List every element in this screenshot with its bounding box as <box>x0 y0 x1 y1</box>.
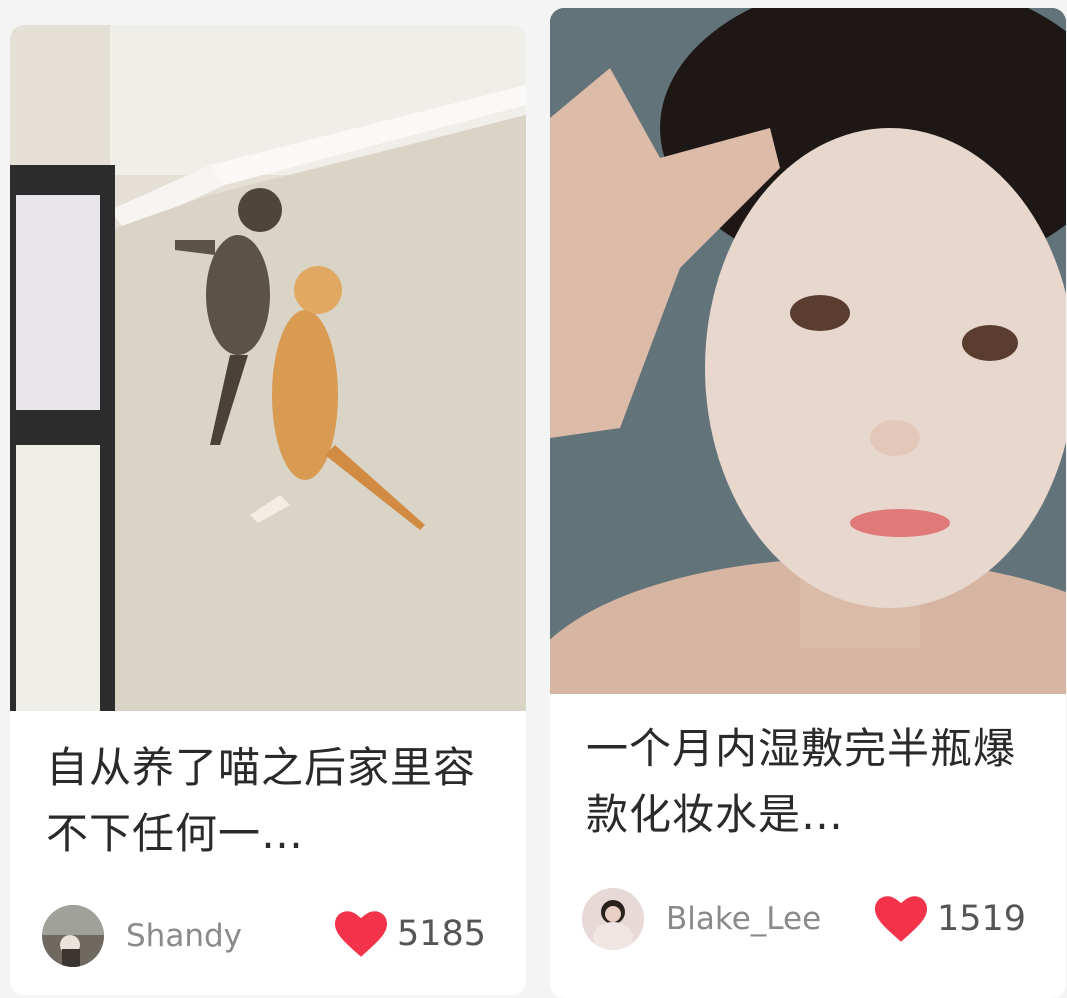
feed-card[interactable]: 自从养了喵之后家里容不下任何一… Shandy 5185 <box>10 25 526 995</box>
author-name: Blake_Lee <box>666 901 822 937</box>
post-title[interactable]: 自从养了喵之后家里容不下任何一… <box>46 735 486 867</box>
face-mask-selfie-photo[interactable] <box>550 8 1066 694</box>
author-name: Shandy <box>126 918 242 954</box>
feed-card[interactable]: 一个月内湿敷完半瓶爆款化妆水是… Blake_Lee 1519 <box>550 8 1066 998</box>
like-count: 5185 <box>397 914 487 954</box>
user-avatar[interactable] <box>582 888 644 950</box>
like-button[interactable]: 1519 <box>875 896 1026 942</box>
cats-climbing-wall-photo[interactable] <box>10 25 526 711</box>
heart-icon[interactable] <box>335 911 387 957</box>
user-avatar[interactable] <box>42 905 104 967</box>
author-info[interactable]: Shandy <box>42 905 242 967</box>
like-button[interactable]: 5185 <box>335 911 486 957</box>
author-info[interactable]: Blake_Lee <box>582 888 821 950</box>
like-count: 1519 <box>937 899 1027 939</box>
heart-icon[interactable] <box>875 896 927 942</box>
post-title[interactable]: 一个月内湿敷完半瓶爆款化妆水是… <box>586 716 1026 848</box>
